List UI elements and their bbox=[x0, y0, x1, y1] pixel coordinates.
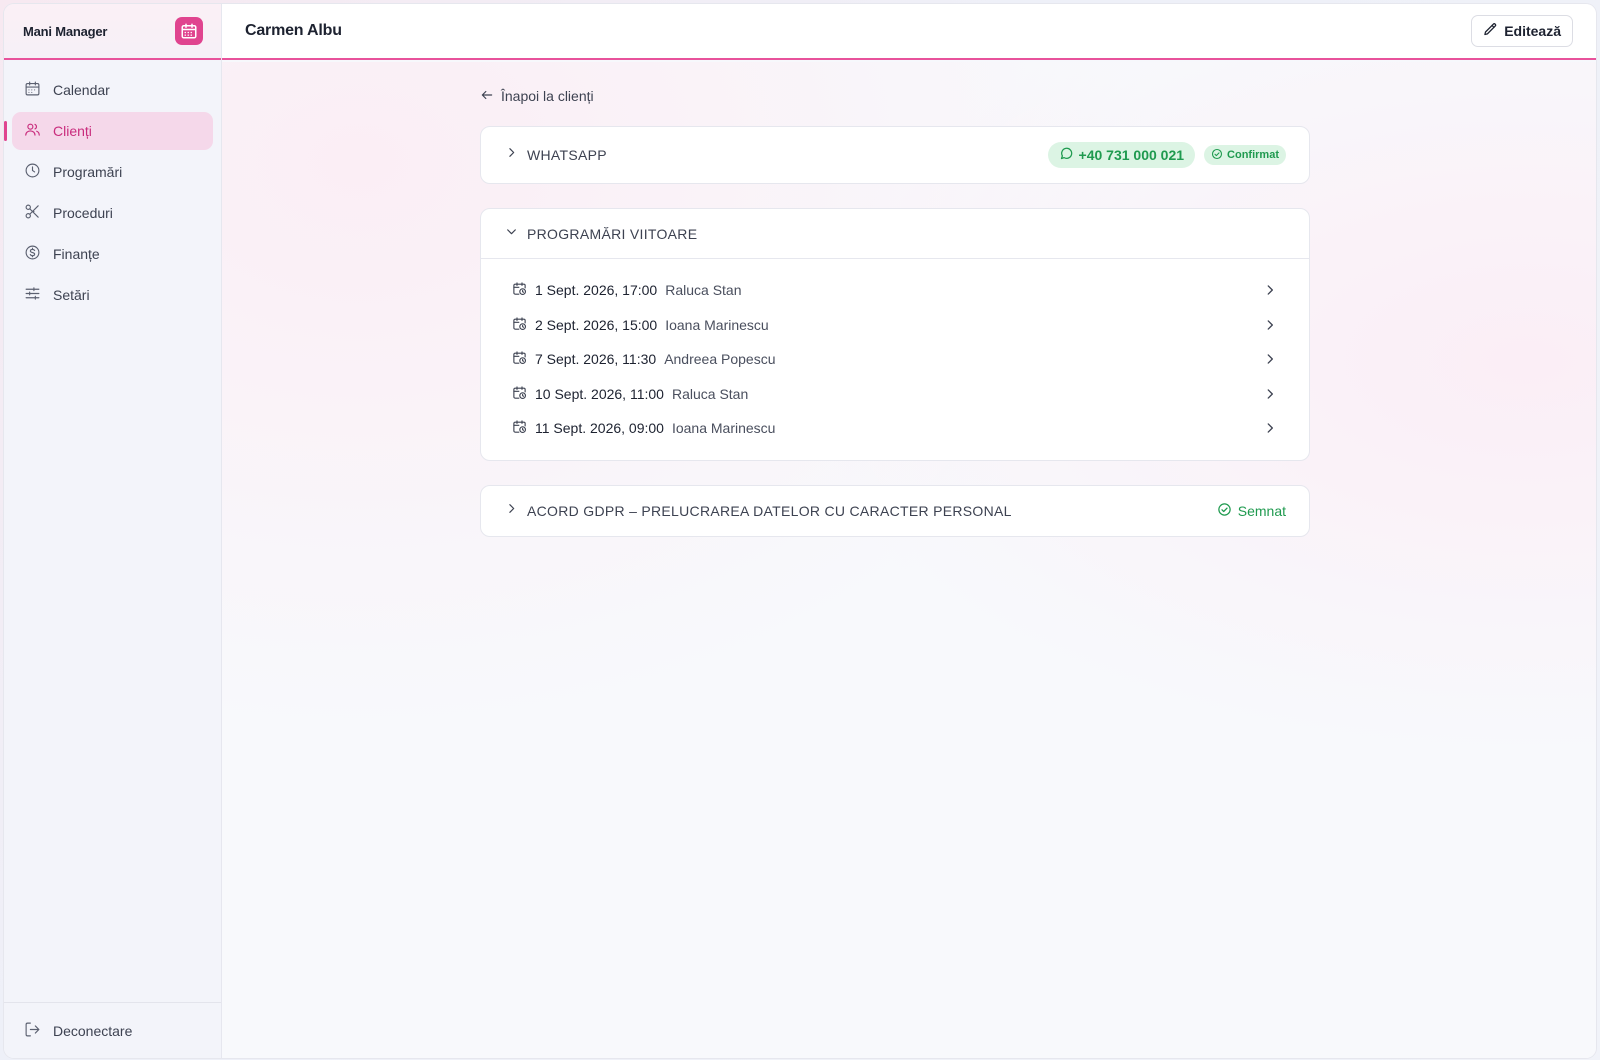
app-name: Mani Manager bbox=[23, 23, 108, 39]
signed-text: Semnat bbox=[1237, 502, 1286, 519]
appointment-date: 11 Sept. 2026, 09:00 bbox=[535, 420, 664, 437]
calendar-icon bbox=[24, 80, 41, 100]
clock-icon bbox=[24, 162, 41, 182]
sidebar-item-programari[interactable]: Programări bbox=[12, 153, 213, 191]
calendar-clock-icon bbox=[512, 350, 527, 368]
appointment-staff: Raluca Stan bbox=[665, 282, 742, 299]
section-title: PROGRAMĂRI VIITOARE bbox=[527, 225, 698, 242]
sidebar-item-finante[interactable]: Finanțe bbox=[12, 235, 213, 273]
appointments-list: 1 Sept. 2026, 17:00 Raluca Stan 2 Sept. … bbox=[481, 259, 1309, 460]
app-window: Mani Manager Calendar Clienți Programări… bbox=[4, 4, 1596, 1058]
sidebar-item-label: Programări bbox=[53, 164, 123, 180]
sidebar-item-setari[interactable]: Setări bbox=[12, 276, 213, 314]
back-label: Înapoi la clienți bbox=[501, 88, 594, 104]
calendar-icon[interactable] bbox=[175, 17, 203, 45]
calendar-clock-icon bbox=[512, 419, 527, 437]
list-item[interactable]: 2 Sept. 2026, 15:00 Ioana Marinescu bbox=[481, 308, 1309, 343]
section-title: WHATSAPP bbox=[527, 147, 607, 163]
calendar-clock-icon bbox=[512, 316, 527, 334]
message-circle-icon bbox=[1059, 146, 1074, 164]
chevron-right-icon bbox=[1263, 318, 1277, 332]
scissors-icon bbox=[24, 203, 41, 223]
chevron-right-icon bbox=[1263, 352, 1277, 366]
whatsapp-section-header[interactable]: WHATSAPP +40 731 000 021 Confirmat bbox=[481, 127, 1309, 183]
back-to-clients-link[interactable]: Înapoi la clienți bbox=[480, 86, 594, 106]
signed-status: Semnat bbox=[1217, 502, 1286, 520]
logout-label: Deconectare bbox=[53, 1022, 133, 1039]
sidebar-item-label: Clienți bbox=[53, 123, 92, 139]
sliders-icon bbox=[24, 285, 41, 305]
dollar-icon bbox=[24, 244, 41, 264]
section-title: ACORD GDPR – PRELUCRAREA DATELOR CU CARA… bbox=[527, 502, 1012, 519]
sidebar-item-calendar[interactable]: Calendar bbox=[12, 71, 213, 109]
sidebar-item-clienti[interactable]: Clienți bbox=[4, 112, 213, 150]
status-badge: Confirmat bbox=[1204, 145, 1286, 165]
chevron-down-icon bbox=[505, 225, 518, 243]
sidebar-item-label: Calendar bbox=[53, 82, 110, 98]
sidebar-nav: Calendar Clienți Programări Proceduri Fi… bbox=[4, 60, 221, 314]
main-content: Înapoi la clienți WHATSAPP +40 731 000 0… bbox=[222, 62, 1596, 1058]
list-item[interactable]: 10 Sept. 2026, 11:00 Raluca Stan bbox=[481, 377, 1309, 412]
chevron-right-icon bbox=[505, 146, 518, 164]
check-circle-icon bbox=[1211, 148, 1223, 163]
page-title: Carmen Albu bbox=[245, 22, 342, 39]
header: Carmen Albu Editează bbox=[222, 4, 1596, 60]
phone-number: +40 731 000 021 bbox=[1078, 147, 1185, 163]
check-circle-icon bbox=[1217, 502, 1232, 520]
client-detail: Înapoi la clienți WHATSAPP +40 731 000 0… bbox=[480, 62, 1310, 537]
chevron-right-icon bbox=[1263, 283, 1277, 297]
list-item[interactable]: 11 Sept. 2026, 09:00 Ioana Marinescu bbox=[481, 411, 1309, 446]
sidebar-item-label: Finanțe bbox=[53, 246, 100, 262]
sidebar-item-label: Proceduri bbox=[53, 205, 113, 221]
edit-button[interactable]: Editează bbox=[1471, 15, 1573, 47]
whatsapp-phone-button[interactable]: +40 731 000 021 bbox=[1047, 142, 1196, 168]
sidebar: Mani Manager Calendar Clienți Programări… bbox=[4, 4, 222, 1058]
logout-button[interactable]: Deconectare bbox=[4, 1002, 221, 1058]
upcoming-appointments-section: PROGRAMĂRI VIITOARE 1 Sept. 2026, 17:00 … bbox=[480, 208, 1310, 461]
list-item[interactable]: 1 Sept. 2026, 17:00 Raluca Stan bbox=[481, 273, 1309, 308]
edit-label: Editează bbox=[1504, 23, 1561, 39]
appointment-staff: Raluca Stan bbox=[671, 385, 749, 402]
appointments-section-header[interactable]: PROGRAMĂRI VIITOARE bbox=[481, 209, 1309, 259]
chevron-right-icon bbox=[1263, 387, 1277, 401]
calendar-clock-icon bbox=[512, 385, 527, 403]
pencil-icon bbox=[1483, 22, 1498, 40]
whatsapp-section: WHATSAPP +40 731 000 021 Confirmat bbox=[480, 126, 1310, 184]
appointment-staff: Andreea Popescu bbox=[664, 351, 776, 368]
gdpr-section-header[interactable]: ACORD GDPR – PRELUCRAREA DATELOR CU CARA… bbox=[481, 486, 1309, 536]
users-icon bbox=[24, 121, 41, 141]
sidebar-item-label: Setări bbox=[53, 287, 90, 303]
brand: Mani Manager bbox=[4, 4, 221, 60]
sidebar-item-proceduri[interactable]: Proceduri bbox=[12, 194, 213, 232]
appointment-staff: Ioana Marinescu bbox=[665, 316, 769, 333]
calendar-clock-icon bbox=[512, 281, 527, 299]
appointment-date: 7 Sept. 2026, 11:30 bbox=[535, 351, 657, 368]
appointment-staff: Ioana Marinescu bbox=[671, 420, 776, 437]
chevron-right-icon bbox=[505, 502, 518, 520]
appointment-date: 1 Sept. 2026, 17:00 bbox=[535, 282, 658, 299]
logout-icon bbox=[24, 1021, 41, 1041]
list-item[interactable]: 7 Sept. 2026, 11:30 Andreea Popescu bbox=[481, 342, 1309, 377]
gdpr-consent-section: ACORD GDPR – PRELUCRAREA DATELOR CU CARA… bbox=[480, 484, 1310, 537]
chevron-right-icon bbox=[1263, 421, 1277, 435]
arrow-left-icon bbox=[480, 88, 494, 105]
appointment-date: 10 Sept. 2026, 11:00 bbox=[535, 385, 664, 402]
appointment-date: 2 Sept. 2026, 15:00 bbox=[535, 316, 658, 333]
status-text: Confirmat bbox=[1227, 149, 1279, 161]
